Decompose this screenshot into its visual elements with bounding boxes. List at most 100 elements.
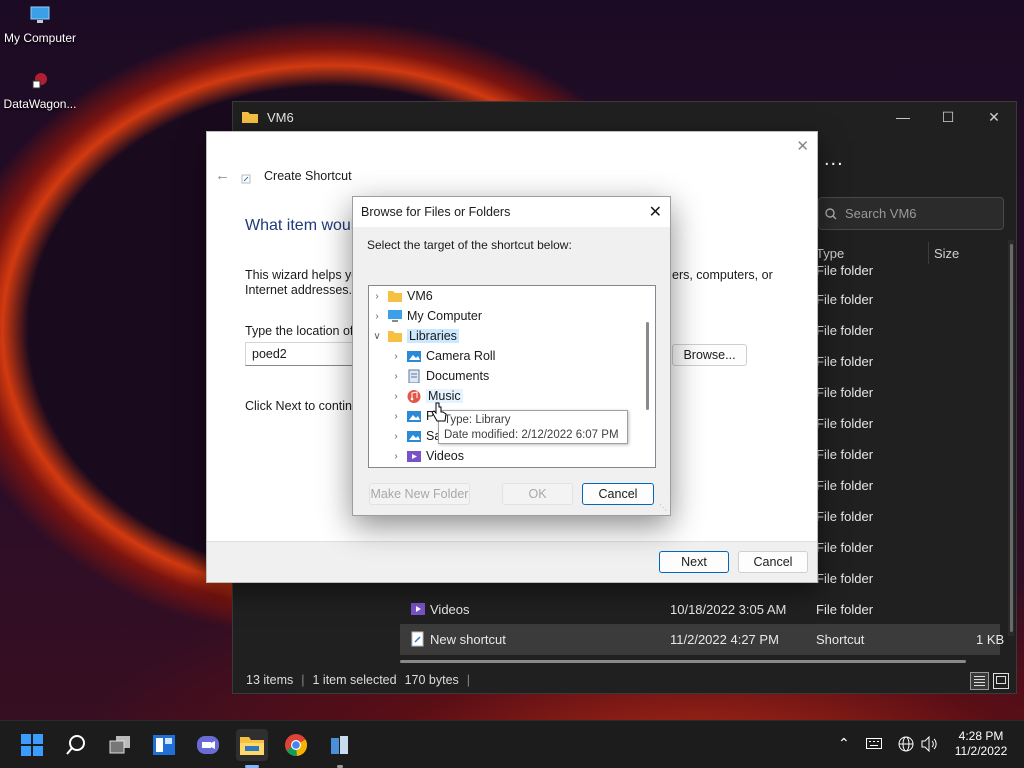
- tree-item[interactable]: › Sa: [390, 426, 441, 446]
- folder-icon: [242, 112, 258, 123]
- app-button[interactable]: [324, 729, 356, 761]
- picture-library-icon: [407, 411, 421, 422]
- chevron-right-icon[interactable]: ›: [390, 411, 402, 422]
- video-library-icon: [407, 451, 421, 462]
- app-icon: [331, 736, 348, 754]
- chevron-down-icon[interactable]: ∨: [371, 331, 383, 342]
- file-type: File folder: [816, 323, 874, 338]
- tooltip-date: Date modified: 2/12/2022 6:07 PM: [444, 429, 619, 441]
- chevron-right-icon[interactable]: ›: [371, 291, 383, 302]
- datawagon-icon: [32, 73, 47, 89]
- file-name: New shortcut: [430, 632, 506, 647]
- chevron-right-icon[interactable]: ›: [390, 391, 402, 402]
- file-row[interactable]: New shortcut 11/2/2022 4:27 PM Shortcut 1 K…: [400, 624, 1004, 655]
- chat-button[interactable]: [192, 729, 224, 761]
- status-separator: |: [466, 673, 471, 687]
- back-arrow-icon[interactable]: ←: [215, 167, 230, 184]
- search-box[interactable]: Search VM6: [818, 197, 1004, 230]
- scrollbar[interactable]: [1008, 240, 1014, 636]
- desktop-icon-label: DataWagon...: [3, 97, 77, 111]
- video-library-icon: [411, 603, 425, 615]
- taskbar: ⌃ 4:28 PM 11/2/2022: [0, 720, 1024, 768]
- wizard-description-right: ers, computers, or: [672, 268, 773, 282]
- widgets-button[interactable]: [148, 729, 180, 761]
- shortcut-file-icon: [411, 631, 424, 647]
- tree-item[interactable]: › Camera Roll: [390, 346, 495, 366]
- chevron-right-icon[interactable]: ›: [390, 371, 402, 382]
- wizard-title: Create Shortcut: [264, 169, 352, 183]
- more-options-button[interactable]: ...: [824, 148, 844, 171]
- next-hint: Click Next to continu: [245, 399, 359, 413]
- speaker-icon[interactable]: [921, 736, 939, 752]
- location-input[interactable]: poed2: [245, 342, 355, 366]
- clock[interactable]: 4:28 PM 11/2/2022: [948, 729, 1014, 759]
- file-size: 1 KB: [976, 632, 1005, 647]
- widgets-icon: [153, 735, 175, 755]
- tree-item[interactable]: › P: [390, 406, 434, 426]
- resize-grip[interactable]: ⋱: [659, 504, 667, 512]
- tree-item-label: Libraries: [407, 329, 459, 343]
- browse-button[interactable]: Browse...: [672, 344, 747, 366]
- wizard-heading: What item woul: [245, 217, 355, 234]
- chevron-up-icon[interactable]: ⌃: [838, 735, 850, 752]
- keyboard-icon[interactable]: [866, 738, 882, 749]
- wizard-cancel-button[interactable]: Cancel: [738, 551, 808, 573]
- tiles-view-icon[interactable]: [993, 673, 1009, 689]
- file-explorer-taskbar-button[interactable]: [236, 729, 268, 761]
- clock-date: 11/2/2022: [954, 744, 1008, 758]
- status-separator: |: [301, 673, 305, 687]
- picture-library-icon: [407, 431, 421, 442]
- browse-title: Browse for Files or Folders: [361, 205, 511, 219]
- tree-item-label: Documents: [426, 369, 490, 383]
- chrome-button[interactable]: [280, 729, 312, 761]
- desktop-icon-datawagon[interactable]: DataWagon...: [0, 72, 80, 111]
- chevron-right-icon[interactable]: ›: [390, 351, 402, 362]
- chevron-right-icon[interactable]: ›: [390, 431, 402, 442]
- file-type: File folder: [816, 385, 874, 400]
- minimize-button[interactable]: —: [880, 102, 926, 132]
- browse-cancel-button[interactable]: Cancel: [582, 483, 654, 505]
- browse-close-button[interactable]: ✕: [649, 202, 662, 222]
- search-icon: [825, 207, 837, 219]
- file-row[interactable]: Videos 10/18/2022 3:05 AM File folder: [400, 594, 1000, 625]
- task-view-button[interactable]: [104, 729, 136, 761]
- chevron-right-icon[interactable]: ›: [371, 311, 383, 322]
- monitor-icon: [388, 310, 402, 322]
- wizard-description-line2: Internet addresses.: [245, 283, 353, 297]
- file-type: File folder: [816, 416, 874, 431]
- ok-button[interactable]: OK: [502, 483, 573, 505]
- browse-titlebar[interactable]: Browse for Files or Folders: [353, 197, 670, 227]
- maximize-button[interactable]: ☐: [925, 102, 971, 132]
- file-type: File folder: [816, 509, 874, 524]
- tree-item-label: Music: [426, 389, 463, 403]
- file-type: File folder: [816, 447, 874, 462]
- desktop-icon-my-computer[interactable]: My Computer: [0, 6, 80, 45]
- globe-icon[interactable]: [898, 736, 914, 752]
- file-explorer-icon: [240, 737, 264, 755]
- file-name: Videos: [430, 602, 470, 617]
- details-view-icon[interactable]: [970, 672, 989, 690]
- hand-cursor-icon: [431, 402, 447, 422]
- location-label: Type the location of t: [245, 324, 361, 338]
- search-button[interactable]: [60, 729, 92, 761]
- tree-item[interactable]: › Music: [390, 386, 463, 406]
- chevron-right-icon[interactable]: ›: [390, 451, 402, 462]
- file-type: File folder: [816, 354, 874, 369]
- next-button[interactable]: Next: [659, 551, 729, 573]
- start-button[interactable]: [16, 729, 48, 761]
- chrome-icon: [285, 734, 308, 757]
- tree-item[interactable]: › My Computer: [371, 306, 482, 326]
- close-button[interactable]: ✕: [971, 102, 1017, 132]
- tree-scrollbar[interactable]: [646, 322, 649, 410]
- horizontal-scrollbar[interactable]: [400, 660, 966, 663]
- tree-item[interactable]: › Videos: [390, 446, 464, 466]
- wizard-close-button[interactable]: ✕: [796, 137, 809, 155]
- item-count: 13 items: [246, 673, 294, 687]
- tree-item-label: Camera Roll: [426, 349, 496, 363]
- make-new-folder-button[interactable]: Make New Folder: [369, 483, 470, 505]
- tree-item[interactable]: › Documents: [390, 366, 489, 386]
- search-placeholder: Search VM6: [845, 206, 917, 221]
- tree-item[interactable]: › VM6: [371, 286, 432, 306]
- tree-item[interactable]: ∨ Libraries: [371, 326, 459, 346]
- clock-time: 4:28 PM: [958, 729, 1004, 743]
